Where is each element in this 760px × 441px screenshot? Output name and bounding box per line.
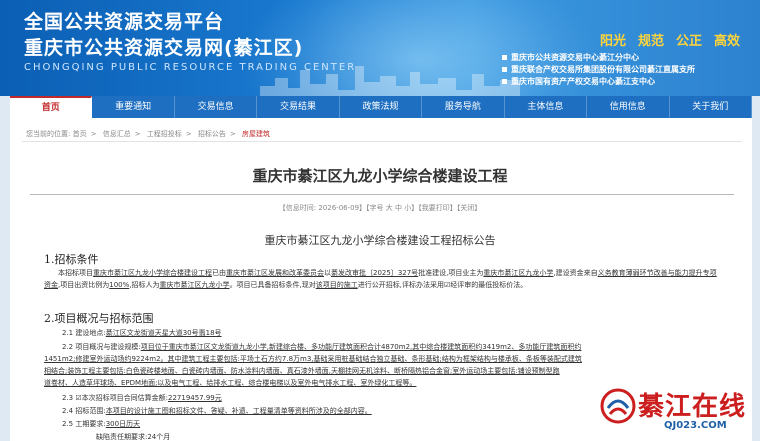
slogan-word: 高效 — [713, 34, 740, 49]
bullet-icon — [502, 66, 507, 72]
org-item: 重庆市国有资产产权交易中心綦江支中心 — [502, 75, 742, 87]
page-title: 重庆市綦江区九龙小学综合楼建设工程 — [252, 167, 508, 185]
detail-row: 2.3 ☑本次招标项目合同估算金额:22719457.99元 — [62, 394, 222, 402]
nav-item-notices[interactable]: 重要通知 — [92, 96, 175, 118]
nav-item-credit-info[interactable]: 信用信息 — [587, 96, 670, 118]
org-item: 重庆市公共资源交易中心綦江分中心 — [502, 51, 742, 63]
slogan-word: 阳光 — [599, 34, 626, 49]
detail-row: 2.4 招标范围:本项目的设计施工图和招标文件、答疑、补遗、工程量清单等资料所涉… — [62, 407, 372, 415]
breadcrumb-link[interactable]: 工程招投标 — [147, 130, 182, 138]
detail-row: 2.1 建设地点:綦江区文龙街道天星大道30号翡18号 — [62, 329, 222, 337]
detail-row-cont: 道卷材、人造草坪球场、EPDM地面;以及电气工程、给排水工程、综合楼电梯以及室外… — [44, 379, 417, 387]
breadcrumb: 您当前的位置: 首页 > 信息汇总 > 工程招投标 > 招标公告 > 房屋建筑 — [26, 130, 271, 138]
watermark-text: 綦江在线 — [638, 392, 747, 422]
detail-row-cont: 相结合;装饰工程主要包括:白色瓷砖楼地面、白瓷砖内墙面、防水涂料内墙面、真石漆外… — [44, 367, 560, 375]
detail-row: 2.2 项目概况与建设规模:项目位于重庆市綦江区文龙街道九龙小学,新建综合楼、多… — [62, 343, 582, 351]
section-heading: 2.项目概况与招标范围 — [44, 312, 154, 325]
nav-item-home[interactable]: 首页 — [10, 96, 93, 118]
header-banner: 全国公共资源交易平台 重庆市公共资源交易网(綦江区) CHONGQING PUB… — [0, 0, 760, 96]
org-item: 重庆联合产权交易所集团股份有限公司綦江直属支所 — [502, 63, 742, 75]
site-english-title: CHONGQING PUBLIC RESOURCE TRADING CENTER — [24, 62, 357, 73]
bullet-icon — [502, 78, 507, 84]
divider — [30, 194, 734, 195]
watermark-url: QJ023.COM — [664, 420, 727, 431]
detail-row: 缺陷责任期要求:24个月 — [96, 433, 171, 441]
nav-item-service-guide[interactable]: 服务导航 — [422, 96, 505, 118]
nav-item-policies[interactable]: 政策法规 — [340, 96, 423, 118]
article-meta-bar: 【信息时间: 2026-06-09】【字号 大 中 小】【我要打印】【关闭】 — [278, 204, 482, 212]
breadcrumb-link[interactable]: 信息汇总 — [103, 130, 131, 138]
detail-row-cont: 1451m2;修建室外运动场约9224m2。其中建筑工程主要包括:平场土石方约7… — [44, 355, 582, 363]
slogan: 阳光 规范 公正 高效 — [600, 30, 740, 49]
breadcrumb-link[interactable]: 首页 — [73, 130, 87, 138]
org-list: 重庆市公共资源交易中心綦江分中心 重庆联合产权交易所集团股份有限公司綦江直属支所… — [502, 51, 742, 87]
breadcrumb-current[interactable]: 房屋建筑 — [242, 130, 270, 138]
breadcrumb-link[interactable]: 招标公告 — [198, 130, 226, 138]
nav-item-trade-info[interactable]: 交易信息 — [175, 96, 258, 118]
watermark: 綦江在线 QJ023.COM — [600, 386, 760, 441]
page: 全国公共资源交易平台 重庆市公共资源交易网(綦江区) CHONGQING PUB… — [0, 0, 760, 441]
section-heading: 1.招标条件 — [44, 253, 99, 266]
detail-row: 2.5 工期要求:300日历天 — [62, 420, 141, 428]
paragraph-bidding-conditions: 本招标项目重庆市綦江区九龙小学综合楼建设工程已由重庆市綦江区发展和改革委员会以綦… — [44, 269, 717, 289]
nav-item-entity-info[interactable]: 主体信息 — [505, 96, 588, 118]
qijiang-logo-icon — [600, 388, 636, 424]
nav-item-about-us[interactable]: 关于我们 — [670, 96, 752, 118]
site-subtitle: 重庆市公共资源交易网(綦江区) — [24, 37, 304, 59]
slogan-word: 规范 — [637, 34, 664, 49]
breadcrumb-prefix: 您当前的位置: — [26, 130, 71, 138]
site-title: 全国公共资源交易平台 — [24, 11, 225, 33]
article-subtitle: 重庆市綦江区九龙小学综合楼建设工程招标公告 — [264, 234, 496, 247]
divider — [22, 141, 742, 142]
nav-item-trade-results[interactable]: 交易结果 — [257, 96, 340, 118]
bullet-icon — [502, 54, 507, 60]
main-nav: 首页 重要通知 交易信息 交易结果 政策法规 服务导航 主体信息 信用信息 关于… — [10, 96, 752, 118]
slogan-word: 公正 — [675, 34, 702, 49]
